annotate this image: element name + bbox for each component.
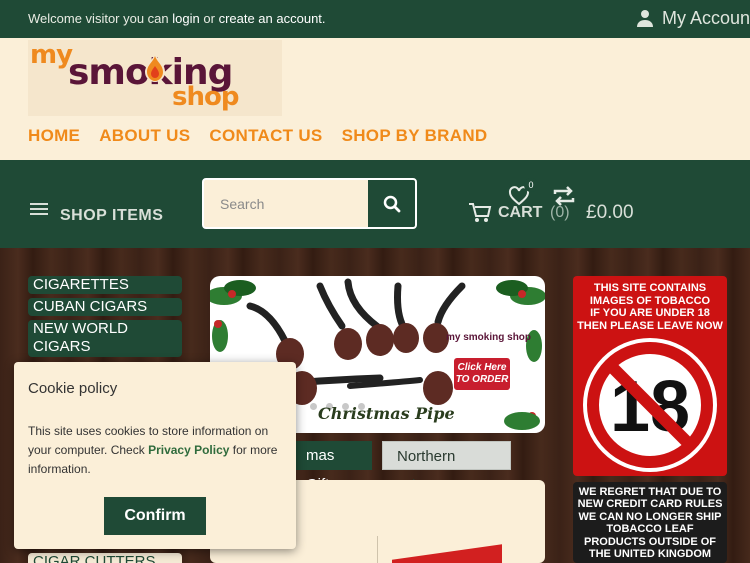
shop-items-label: SHOP ITEMS: [60, 207, 164, 224]
welcome-text: Welcome visitor you can: [28, 11, 169, 26]
product-divider: [377, 536, 378, 563]
shipping-notice-text: WE REGRET THAT DUE TO NEW CREDIT CARD RU…: [573, 486, 727, 560]
shipping-notice-panel: WE REGRET THAT DUE TO NEW CREDIT CARD RU…: [573, 482, 727, 563]
warning-line: THIS SITE CONTAINS: [593, 282, 707, 294]
category-label-line2: CIGARS: [33, 338, 91, 355]
notice-line: THE UNITED KINGDOM: [588, 548, 712, 561]
category-cigarettes[interactable]: CIGARETTES: [28, 276, 182, 294]
notice-line: WE REGRET THAT DUE TO: [578, 486, 722, 498]
cookie-title: Cookie policy: [28, 380, 118, 397]
my-account-label: My Account: [662, 8, 750, 28]
warning-line: IMAGES OF TOBACCO: [589, 294, 711, 307]
to-order-label: TO ORDER: [455, 374, 509, 385]
search-button[interactable]: [368, 180, 415, 227]
search-input[interactable]: [204, 180, 369, 227]
product-image[interactable]: [392, 544, 502, 563]
logo-my: my: [30, 40, 73, 70]
holly-decoration-right: [496, 280, 545, 430]
search-box: [202, 178, 417, 229]
welcome-message: Welcome visitor you can login or create …: [28, 11, 326, 26]
or-text: or: [203, 11, 215, 26]
main-nav: HOME ABOUT US CONTACT US SHOP BY BRAND: [28, 126, 488, 146]
shop-items-menu[interactable]: SHOP ITEMS: [30, 200, 163, 225]
create-account-link[interactable]: create an account.: [219, 11, 326, 26]
click-here-label: Click Here: [457, 362, 507, 373]
warning-line: IF YOU ARE UNDER 18: [590, 307, 710, 319]
category-cuban-cigars[interactable]: CUBAN CIGARS: [28, 298, 182, 316]
category-new-world-cigars[interactable]: NEW WORLD CIGARS: [28, 320, 182, 357]
age-warning-text: THIS SITE CONTAINS IMAGES OF TOBACCO IF …: [573, 282, 727, 332]
logo-shop: shop: [172, 82, 239, 112]
cart-count: (0): [550, 204, 570, 221]
cookie-policy-dialog: Cookie policy This site uses cookies to …: [14, 362, 296, 549]
my-account-link[interactable]: My Account: [636, 8, 750, 29]
top-bar: Welcome visitor you can login or create …: [0, 0, 750, 38]
carousel-dot[interactable]: [310, 403, 317, 410]
wishlist-count: 0: [524, 178, 538, 192]
cart-total: £0.00: [586, 202, 634, 223]
shop-toolbar: SHOP ITEMS 0 CART (0) £0.00: [0, 160, 750, 248]
cookie-text: This site uses cookies to store informat…: [28, 422, 286, 479]
notice-line: TOBACCO LEAF: [606, 523, 694, 536]
warning-line: THEN PLEASE LEAVE NOW: [577, 319, 723, 332]
privacy-policy-link[interactable]: Privacy Policy: [148, 443, 229, 457]
category-cigar-cutters[interactable]: CIGAR CUTTERS: [28, 553, 182, 563]
site-logo[interactable]: my smoking shop: [28, 40, 282, 116]
user-icon: [637, 10, 653, 27]
compare-icon[interactable]: [552, 186, 576, 206]
age-warning-panel: THIS SITE CONTAINS IMAGES OF TOBACCO IF …: [573, 276, 727, 476]
nav-shop-by-brand[interactable]: SHOP BY BRAND: [342, 126, 488, 146]
nav-about-us[interactable]: ABOUT US: [99, 126, 190, 146]
menu-icon: [30, 200, 48, 218]
notice-line: NEW CREDIT CARD RULES: [577, 498, 723, 511]
banner-logo: my smoking shop: [446, 332, 532, 343]
nav-contact-us[interactable]: CONTACT US: [209, 126, 322, 146]
notice-line: WE CAN NO LONGER SHIP: [578, 510, 722, 523]
banner-caption: Christmas Pipe: [318, 404, 455, 423]
confirm-button[interactable]: Confirm: [104, 497, 206, 535]
cart-icon[interactable]: [468, 202, 492, 224]
flame-icon: [145, 54, 165, 82]
tab-northern-briars[interactable]: Northern Briars: [382, 441, 511, 494]
category-label-line1: NEW WORLD: [33, 320, 128, 337]
nav-home[interactable]: HOME: [28, 126, 80, 146]
notice-line: PRODUCTS OUTSIDE OF: [583, 535, 716, 548]
click-here-to-order-button[interactable]: Click Here TO ORDER: [454, 358, 510, 390]
cart-link[interactable]: CART: [498, 204, 542, 222]
no-under-18-icon: 18: [583, 338, 717, 472]
login-link[interactable]: login: [172, 11, 199, 26]
tab-christmas-gifts[interactable]: mas Gifts: [292, 441, 372, 493]
site-header: my smoking shop HOME ABOUT US CONTACT US…: [0, 38, 750, 160]
search-icon: [383, 195, 400, 212]
